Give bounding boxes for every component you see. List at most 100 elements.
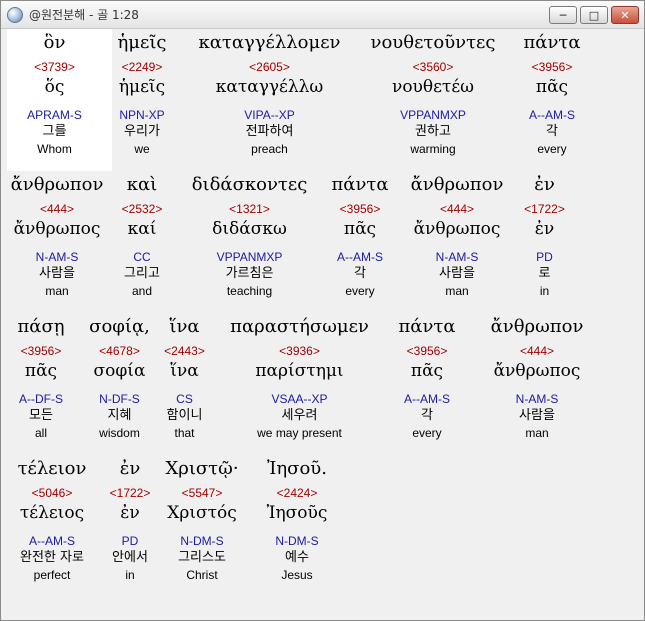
- word-strong[interactable]: <3956>: [392, 343, 462, 359]
- word-lemma: ἡμεῖς: [118, 77, 166, 97]
- word-parse: A--AM-S: [337, 250, 383, 264]
- word-english: preach: [251, 142, 288, 156]
- word-entry[interactable]: διδάσκοντες <1321> διδάσκω VPPANMXP 가르침은 teac…: [182, 171, 317, 299]
- word-entry[interactable]: ἄνθρωπον <444> ἄνθρωπος N-AM-S 사람을 man: [407, 171, 507, 299]
- word-korean: 모든: [29, 408, 53, 423]
- word-english: every: [412, 426, 442, 440]
- word-strong[interactable]: <3956>: [510, 59, 594, 75]
- word-strong[interactable]: <444>: [7, 201, 107, 217]
- word-entry[interactable]: ἄνθρωπον <444> ἄνθρωπος N-AM-S 사람을 man: [472, 313, 602, 441]
- word-korean: 함이니: [166, 408, 203, 423]
- word-surface: πάντα: [398, 316, 456, 337]
- word-entry[interactable]: ἡμεῖς <2249> ἡμεῖς NPN-XP 우리가 we: [106, 29, 178, 157]
- word-entry[interactable]: ἄνθρωπον <444> ἄνθρωπος N-AM-S 사람을 man: [7, 171, 107, 299]
- word-strong[interactable]: <5547>: [162, 485, 242, 501]
- word-lemma: νουθετέω: [391, 77, 475, 97]
- word-strong[interactable]: <3956>: [325, 201, 395, 217]
- word-parse: A--AM-S: [404, 392, 450, 406]
- word-english: that: [174, 426, 195, 440]
- word-strong[interactable]: <1321>: [182, 201, 317, 217]
- word-strong[interactable]: <2605>: [187, 59, 352, 75]
- word-korean: 완전한 자로: [20, 550, 84, 565]
- word-strong[interactable]: <2424>: [257, 485, 337, 501]
- word-english: warming: [410, 142, 456, 156]
- word-lemma: πᾶς: [410, 361, 444, 381]
- word-strong[interactable]: <2249>: [106, 59, 178, 75]
- word-lemma: καταγγέλλω: [215, 77, 324, 97]
- word-surface: ἐν: [534, 174, 555, 195]
- word-entry[interactable]: καταγγέλλομεν <2605> καταγγέλλω VIPA--XP 전파하…: [187, 29, 352, 157]
- word-entry[interactable]: πάντα <3956> πᾶς A--AM-S 각 every: [510, 29, 594, 157]
- word-strong[interactable]: <1722>: [105, 485, 155, 501]
- word-surface: πάντα: [523, 32, 581, 53]
- word-surface: ἵνα: [169, 316, 200, 337]
- word-lemma: σοφία: [93, 361, 146, 381]
- word-entry[interactable]: πάντα <3956> πᾶς A--AM-S 각 every: [325, 171, 395, 299]
- word-lemma: ἐν: [534, 219, 555, 239]
- word-entry[interactable]: ἵνα <2443> ἵνα CS 함이니 that: [162, 313, 207, 441]
- word-english: and: [131, 284, 153, 298]
- word-entry[interactable]: τέλειον <5046> τέλειος A--AM-S 완전한 자로 perfect: [7, 455, 97, 583]
- word-strong[interactable]: <3560>: [363, 59, 503, 75]
- title-bar[interactable]: @원전분해 - 골 1:28 ─ □ ✕: [1, 1, 644, 29]
- minimize-button[interactable]: ─: [549, 6, 577, 24]
- word-lemma: ἄνθρωπος: [413, 219, 501, 239]
- word-parse: VPPANMXP: [400, 108, 466, 122]
- word-entry[interactable]: Ἰησοῦ. <2424> Ἰησοῦς N-DM-S 예수 Jesus: [257, 455, 337, 583]
- word-parse: N-DM-S: [275, 534, 319, 548]
- word-parse: VSAA--XP: [271, 392, 328, 406]
- word-strong[interactable]: <444>: [407, 201, 507, 217]
- word-entry[interactable]: νουθετοῦντες <3560> νουθετέω VPPANMXP 권하고 war…: [363, 29, 503, 157]
- word-surface: παραστήσωμεν: [230, 316, 369, 337]
- word-strong[interactable]: <3956>: [7, 343, 75, 359]
- word-entry[interactable]: πάντα <3956> πᾶς A--AM-S 각 every: [392, 313, 462, 441]
- word-entry[interactable]: ἐν <1722> ἐν PD 안에서 in: [105, 455, 155, 583]
- word-korean: 그리고: [124, 266, 160, 281]
- word-strong[interactable]: <3739>: [7, 59, 102, 75]
- word-korean: 세우려: [281, 408, 318, 423]
- word-korean: 전파하여: [245, 124, 294, 139]
- word-lemma: ἐν: [120, 503, 140, 523]
- word-entry[interactable]: ὃν <3739> ὅς APRAM-S 그를 Whom: [7, 29, 102, 157]
- word-korean: 지혜: [107, 408, 132, 423]
- word-parse: CS: [176, 392, 193, 406]
- word-surface: πάσῃ: [17, 316, 65, 337]
- word-strong[interactable]: <5046>: [7, 485, 97, 501]
- window-title: @원전분해 - 골 1:28: [29, 8, 139, 22]
- word-korean: 권하고: [415, 124, 451, 139]
- word-english: Jesus: [281, 568, 313, 582]
- word-entry[interactable]: ἐν <1722> ἐν PD 로 in: [522, 171, 567, 299]
- word-surface: Χριστῷ·: [165, 458, 239, 479]
- word-parse: APRAM-S: [27, 108, 82, 122]
- word-strong[interactable]: <1722>: [522, 201, 567, 217]
- app-window: @원전분해 - 골 1:28 ─ □ ✕ ὃν <3739> ὅς APRAM-S 그를…: [0, 0, 645, 621]
- word-entry[interactable]: Χριστῷ· <5547> Χριστός N-DM-S 그리스도 Christ: [162, 455, 242, 583]
- word-lemma: ἄνθρωπος: [493, 361, 581, 381]
- close-button[interactable]: ✕: [611, 6, 639, 24]
- word-surface: πάντα: [331, 174, 389, 195]
- word-strong[interactable]: <444>: [472, 343, 602, 359]
- word-lemma: ὅς: [44, 77, 65, 97]
- word-strong[interactable]: <3936>: [222, 343, 377, 359]
- maximize-button[interactable]: □: [580, 6, 608, 24]
- word-parse: VIPA--XP: [244, 108, 295, 122]
- word-entry[interactable]: πάσῃ <3956> πᾶς A--DF-S 모든 all: [7, 313, 75, 441]
- word-english: Whom: [37, 142, 72, 156]
- word-parse: CC: [133, 250, 151, 264]
- word-strong[interactable]: <2443>: [162, 343, 207, 359]
- word-english: in: [125, 568, 135, 582]
- app-icon[interactable]: [7, 7, 23, 23]
- word-korean: 사람을: [39, 266, 75, 281]
- word-strong[interactable]: <4678>: [82, 343, 157, 359]
- word-parse: N-DM-S: [180, 534, 224, 548]
- word-english: every: [537, 142, 567, 156]
- word-entry[interactable]: παραστήσωμεν <3936> παρίστημι VSAA--XP 세우려 we…: [222, 313, 377, 441]
- word-parse: N-DF-S: [99, 392, 140, 406]
- word-korean: 우리가: [124, 124, 160, 139]
- word-parse: PD: [536, 250, 553, 264]
- word-entry[interactable]: καὶ <2532> καί CC 그리고 and: [117, 171, 167, 299]
- word-strong[interactable]: <2532>: [117, 201, 167, 217]
- word-entry[interactable]: σοφίᾳ, <4678> σοφία N-DF-S 지혜 wisdom: [82, 313, 157, 441]
- word-analysis-panel: ὃν <3739> ὅς APRAM-S 그를 Whom ἡμεῖς <2249> ἡμεῖς N…: [7, 29, 640, 617]
- word-english: perfect: [33, 568, 71, 582]
